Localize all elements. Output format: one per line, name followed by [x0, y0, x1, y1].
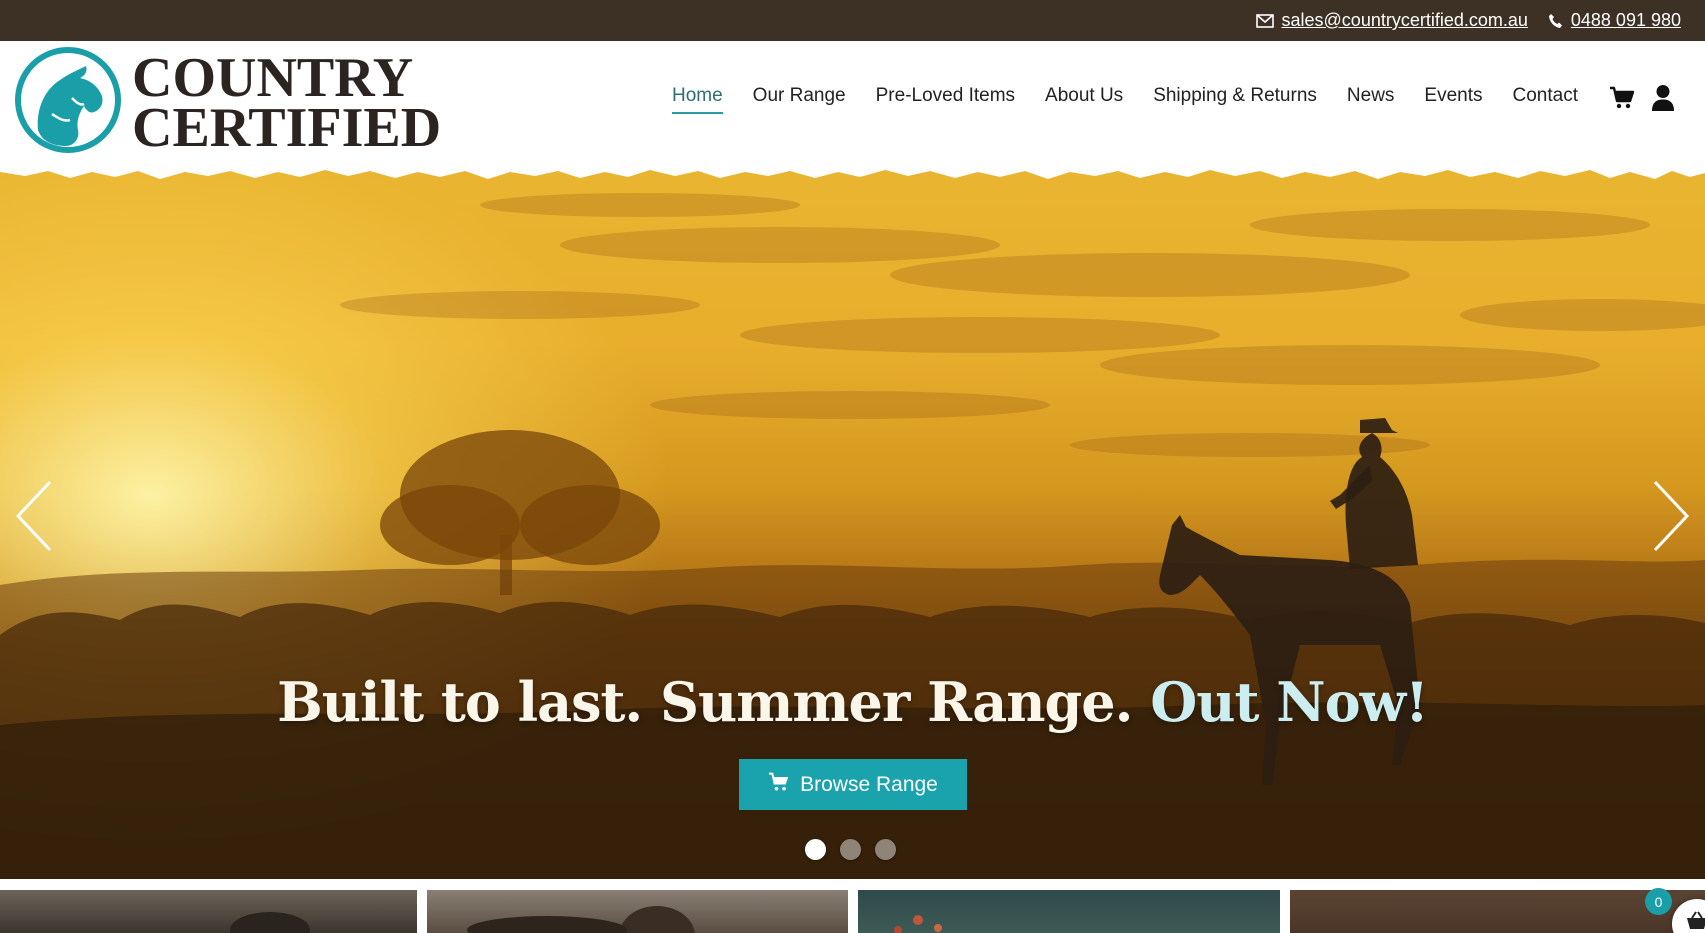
category-tile-3[interactable] [858, 890, 1280, 933]
mini-cart-count-badge: 0 [1645, 888, 1672, 915]
slider-dot-1[interactable] [805, 839, 826, 860]
site-logo[interactable]: COUNTRY CERTIFIED [14, 46, 441, 159]
site-header: COUNTRY CERTIFIED Home Our Range Pre-Lov… [0, 41, 1705, 171]
top-contact-bar: sales@countrycertified.com.au 0488 091 9… [0, 0, 1705, 41]
nav-item-home[interactable]: Home [657, 84, 738, 114]
phone-link[interactable]: 0488 091 980 [1571, 10, 1681, 31]
hero-headline: Built to last. Summer Range. Out Now! [0, 670, 1705, 734]
slider-pagination [805, 839, 896, 860]
logo-line-2: CERTIFIED [132, 96, 442, 159]
hero-slider: Built to last. Summer Range. Out Now! Br… [0, 165, 1705, 879]
slider-dot-3[interactable] [875, 839, 896, 860]
cart-icon [768, 772, 790, 798]
user-icon[interactable] [1651, 84, 1675, 112]
envelope-icon [1255, 13, 1274, 28]
logo-line-1: COUNTRY [132, 46, 414, 109]
slider-dot-2[interactable] [840, 839, 861, 860]
main-nav: Home Our Range Pre-Loved Items About Us … [657, 84, 1675, 114]
hero-headline-accent: Out Now! [1150, 670, 1429, 734]
nav-item-our-range[interactable]: Our Range [738, 84, 861, 112]
nav-item-shipping-returns[interactable]: Shipping & Returns [1138, 84, 1332, 112]
email-contact: sales@countrycertified.com.au [1255, 10, 1528, 31]
hero-headline-main: Built to last. Summer Range. [277, 670, 1151, 734]
category-tiles [0, 890, 1705, 933]
slider-prev-arrow[interactable] [14, 480, 54, 557]
phone-contact: 0488 091 980 [1548, 10, 1681, 31]
torn-paper-edge [0, 165, 1705, 179]
phone-icon [1548, 13, 1563, 29]
email-link[interactable]: sales@countrycertified.com.au [1282, 10, 1528, 31]
cart-icon[interactable] [1609, 86, 1635, 110]
nav-item-pre-loved-items[interactable]: Pre-Loved Items [861, 84, 1030, 112]
slider-next-arrow[interactable] [1651, 480, 1691, 557]
browse-range-button[interactable]: Browse Range [739, 759, 967, 810]
nav-item-contact[interactable]: Contact [1498, 84, 1593, 112]
category-tile-4[interactable] [1290, 890, 1705, 933]
category-tile-1[interactable] [0, 890, 417, 933]
nav-item-about-us[interactable]: About Us [1030, 84, 1138, 112]
nav-item-events[interactable]: Events [1409, 84, 1497, 112]
horse-head-icon [14, 46, 122, 159]
logo-wordmark: COUNTRY CERTIFIED [132, 46, 442, 159]
category-tile-2[interactable] [427, 890, 848, 933]
basket-icon [1685, 911, 1705, 933]
nav-item-news[interactable]: News [1332, 84, 1410, 112]
browse-range-label: Browse Range [800, 772, 938, 796]
